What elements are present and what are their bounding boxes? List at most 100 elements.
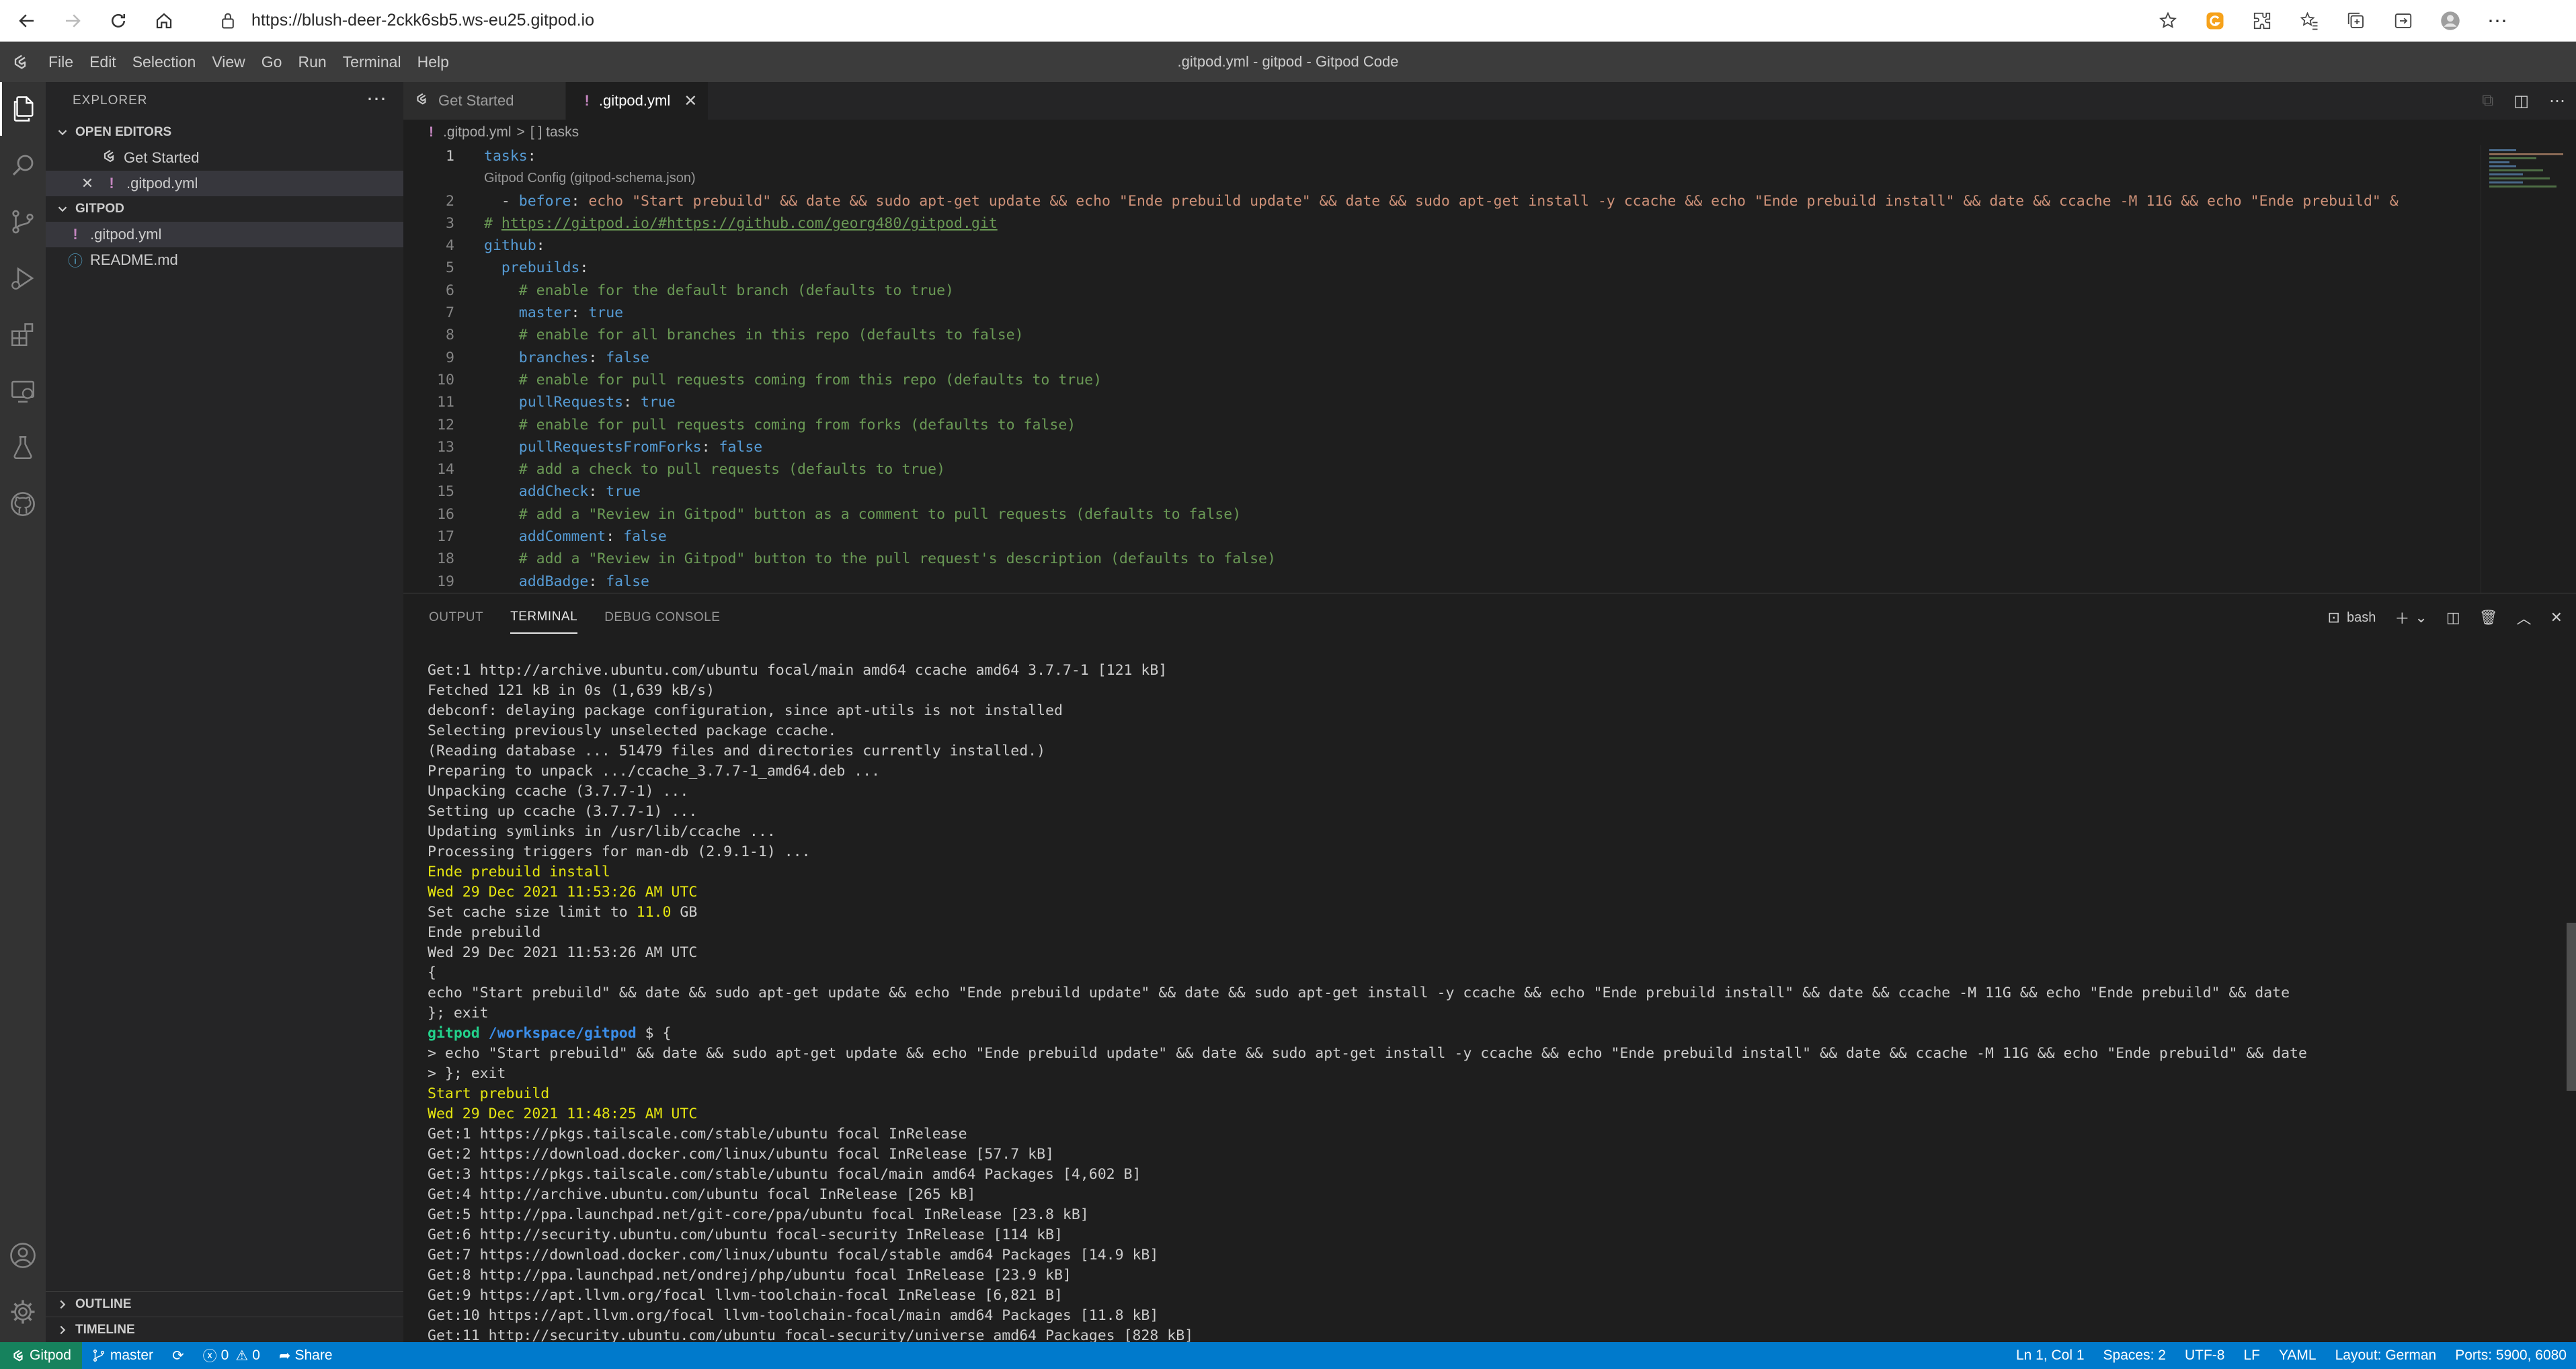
more-actions-icon[interactable]: ⋯ bbox=[2549, 91, 2565, 111]
line-number: 3 bbox=[446, 214, 454, 232]
breadcrumb-symbol[interactable]: [ ] tasks bbox=[530, 124, 579, 140]
terminal-text: /workspace/gitpod bbox=[488, 1025, 637, 1042]
menu-view[interactable]: View bbox=[204, 42, 253, 82]
code-line: 3 # https://gitpod.io/#https://github.com… bbox=[403, 212, 2481, 235]
source-control-icon[interactable] bbox=[0, 195, 46, 249]
code-line: 4 github: bbox=[403, 235, 2481, 257]
open-editors-section[interactable]: OPEN EDITORS bbox=[46, 120, 403, 145]
menu-selection[interactable]: Selection bbox=[124, 42, 204, 82]
extensions-icon[interactable] bbox=[0, 308, 46, 362]
run-debug-icon[interactable] bbox=[0, 251, 46, 305]
terminal-text: Get:7 https://download.docker.com/linux/… bbox=[428, 1247, 1159, 1263]
terminal-line: Wed 29 Dec 2021 11:53:26 AM UTC bbox=[428, 943, 2552, 963]
file-item[interactable]: ! .gitpod.yml bbox=[46, 222, 403, 247]
tab-get-started[interactable]: Get Started bbox=[403, 82, 566, 120]
accounts-icon[interactable] bbox=[0, 1229, 46, 1282]
code-token: github bbox=[484, 237, 536, 255]
testing-icon[interactable] bbox=[0, 421, 46, 474]
address-bar[interactable]: https://blush-deer-2ckk6sb5.ws-eu25.gitp… bbox=[203, 4, 2220, 37]
code-token: true bbox=[606, 483, 641, 501]
close-tab-icon[interactable]: ✕ bbox=[684, 91, 697, 111]
kill-terminal-icon[interactable]: 🗑 bbox=[2479, 609, 2498, 626]
favorite-add-icon[interactable] bbox=[2151, 4, 2185, 38]
terminal-name[interactable]: bash bbox=[2347, 610, 2376, 626]
back-button[interactable] bbox=[8, 2, 46, 40]
tab-label: .gitpod.yml bbox=[598, 92, 671, 109]
codelens-text[interactable]: Gitpod Config (gitpod-schema.json) bbox=[484, 167, 696, 190]
forward-button[interactable] bbox=[54, 2, 91, 40]
menu-file[interactable]: File bbox=[40, 42, 81, 82]
code-line: 2 - before: echo "Start prebuild" && dat… bbox=[403, 190, 2481, 212]
menu-terminal[interactable]: Terminal bbox=[335, 42, 409, 82]
line-number: 13 bbox=[437, 438, 454, 456]
tab-terminal[interactable]: TERMINAL bbox=[510, 601, 578, 634]
ports[interactable]: Ports: 5900, 6080 bbox=[2446, 1342, 2576, 1369]
code-token: pullRequestsFromForks bbox=[518, 438, 702, 456]
terminal-line: Get:6 http://security.ubuntu.com/ubuntu … bbox=[428, 1225, 2552, 1245]
folder-section[interactable]: GITPOD bbox=[46, 196, 403, 222]
github-icon[interactable] bbox=[0, 477, 46, 531]
tab-gitpod-yml[interactable]: ! .gitpod.yml ✕ bbox=[565, 82, 709, 120]
gitpod-logo-icon[interactable] bbox=[0, 42, 40, 82]
collections-icon[interactable] bbox=[2339, 4, 2373, 38]
close-icon[interactable]: ✕ bbox=[78, 175, 97, 192]
code-token: : bbox=[536, 237, 545, 255]
minimap[interactable] bbox=[2481, 145, 2576, 593]
chevron-down-icon[interactable]: ⌄ bbox=[2415, 609, 2427, 626]
split-terminal-icon[interactable]: ◫ bbox=[2446, 609, 2460, 626]
terminal-line: Set cache size limit to 11.0 GB bbox=[428, 903, 2552, 923]
keyboard-layout[interactable]: Layout: German bbox=[2326, 1342, 2446, 1369]
home-button[interactable] bbox=[145, 2, 183, 40]
gitpod-logo-icon bbox=[13, 1350, 23, 1362]
profile-switch-icon[interactable] bbox=[2386, 4, 2420, 38]
explorer-icon[interactable] bbox=[0, 82, 46, 136]
favorites-icon[interactable] bbox=[2292, 4, 2326, 38]
breadcrumb-file[interactable]: .gitpod.yml bbox=[443, 124, 512, 140]
sync-button[interactable]: ⟳ bbox=[163, 1342, 194, 1369]
code-line: 10 # enable for pull requests coming fro… bbox=[403, 369, 2481, 391]
terminal-text: Get:4 http://archive.ubuntu.com/ubuntu f… bbox=[428, 1186, 976, 1203]
problems-indicator[interactable]: ⓧ 0 ⚠ 0 bbox=[194, 1342, 270, 1369]
extension-g-icon[interactable] bbox=[2198, 4, 2232, 38]
code-editor[interactable]: 1 tasks: Gitpod Config (gitpod-schema.json… bbox=[403, 145, 2481, 593]
close-panel-icon[interactable]: ✕ bbox=[2550, 609, 2563, 626]
end-of-line[interactable]: LF bbox=[2234, 1342, 2269, 1369]
extensions-icon[interactable] bbox=[2245, 4, 2279, 38]
panel-tabs: OUTPUT TERMINAL DEBUG CONSOLE ⊡ bash ＋ ⌄… bbox=[403, 593, 2576, 642]
open-editor-item[interactable]: Get Started bbox=[46, 145, 403, 171]
branch-indicator[interactable]: master bbox=[82, 1342, 163, 1369]
new-terminal-icon[interactable]: ＋ bbox=[2394, 607, 2409, 628]
browser-menu-icon[interactable]: ⋯ bbox=[2481, 4, 2514, 38]
menu-edit[interactable]: Edit bbox=[81, 42, 124, 82]
terminal-scrollbar[interactable] bbox=[2567, 923, 2576, 1091]
menu-help[interactable]: Help bbox=[409, 42, 457, 82]
code-token: https://gitpod.io/#https://github.com/ge… bbox=[501, 214, 998, 232]
indentation[interactable]: Spaces: 2 bbox=[2094, 1342, 2175, 1369]
code-line: 12 # enable for pull requests coming fro… bbox=[403, 414, 2481, 436]
timeline-section[interactable]: TIMELINE bbox=[46, 1317, 403, 1342]
search-icon[interactable] bbox=[0, 138, 46, 192]
open-editor-item[interactable]: ✕ ! .gitpod.yml bbox=[46, 171, 403, 196]
avatar-icon[interactable] bbox=[2433, 4, 2467, 38]
file-item[interactable]: ⓘ README.md bbox=[46, 247, 403, 273]
remote-indicator[interactable]: Gitpod bbox=[0, 1342, 82, 1369]
encoding[interactable]: UTF-8 bbox=[2175, 1342, 2235, 1369]
language-mode[interactable]: YAML bbox=[2269, 1342, 2326, 1369]
remote-explorer-icon[interactable] bbox=[0, 364, 46, 418]
share-button[interactable]: ➦ Share bbox=[270, 1342, 342, 1369]
more-actions-icon[interactable]: ⋯ bbox=[366, 87, 387, 111]
cursor-position[interactable]: Ln 1, Col 1 bbox=[2007, 1342, 2094, 1369]
split-editor-icon[interactable]: ◫ bbox=[2513, 91, 2529, 111]
terminal-output[interactable]: Get:1 http://archive.ubuntu.com/ubuntu f… bbox=[428, 661, 2552, 1343]
reload-button[interactable] bbox=[99, 2, 137, 40]
maximize-panel-icon[interactable]: ︿ bbox=[2517, 607, 2532, 628]
settings-gear-icon[interactable] bbox=[0, 1285, 46, 1339]
menu-go[interactable]: Go bbox=[253, 42, 290, 82]
menu-run[interactable]: Run bbox=[290, 42, 334, 82]
tab-output[interactable]: OUTPUT bbox=[429, 593, 483, 642]
open-changes-icon[interactable]: ⧉ bbox=[2482, 91, 2493, 110]
tab-debug-console[interactable]: DEBUG CONSOLE bbox=[604, 593, 720, 642]
terminal-text: Updating symlinks in /usr/lib/ccache ... bbox=[428, 823, 776, 840]
outline-section[interactable]: OUTLINE bbox=[46, 1291, 403, 1317]
